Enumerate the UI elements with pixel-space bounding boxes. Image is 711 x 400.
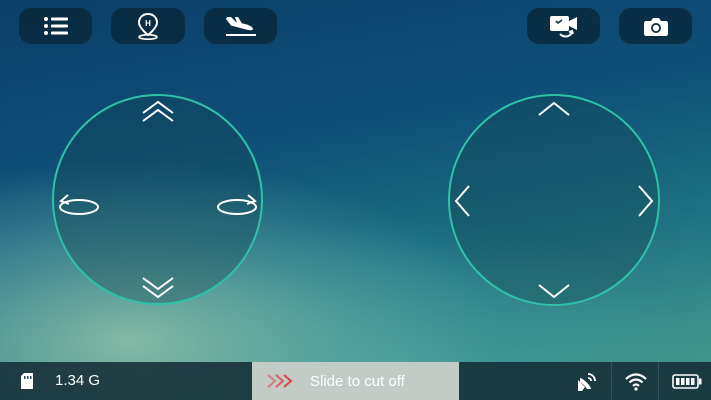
video-switch-button[interactable] [527,8,600,44]
status-bar: 1.34 G Slide to cut off [0,362,711,400]
battery-icon [672,374,702,394]
double-chevron-up-icon [140,100,176,124]
descend-button[interactable] [140,275,176,299]
divider [658,362,659,400]
camera-icon [643,15,669,37]
chevron-up-icon [536,100,572,118]
rotate-right-icon [215,191,259,219]
landing-button[interactable] [204,8,277,44]
sd-card-icon [20,372,34,395]
video-switch-icon [548,12,580,40]
slider-label: Slide to cut off [310,373,405,390]
menu-icon [43,16,69,36]
strafe-right-button[interactable] [636,183,656,219]
satellite-icon [576,371,598,398]
rotate-right-button[interactable] [215,191,259,219]
storage-remaining: 1.34 G [55,372,101,389]
wifi-icon [624,373,648,396]
chevron-left-icon [452,183,472,219]
camera-button[interactable] [619,8,692,44]
menu-button[interactable] [19,8,92,44]
slide-to-cut-off[interactable]: Slide to cut off [252,362,459,400]
strafe-left-button[interactable] [452,183,472,219]
forward-button[interactable] [536,100,572,118]
ascend-button[interactable] [140,100,176,124]
home-point-button[interactable]: H [111,8,185,44]
chevron-right-icon [636,183,656,219]
double-chevron-down-icon [140,275,176,299]
chevron-down-icon [536,282,572,300]
right-joystick[interactable] [448,94,660,306]
home-point-icon: H [133,11,163,41]
svg-text:H: H [145,19,151,28]
divider [611,362,612,400]
rotate-left-button[interactable] [57,191,101,219]
slider-chevrons-icon [266,373,294,394]
rotate-left-icon [57,191,101,219]
landing-plane-icon [223,13,259,39]
backward-button[interactable] [536,282,572,300]
